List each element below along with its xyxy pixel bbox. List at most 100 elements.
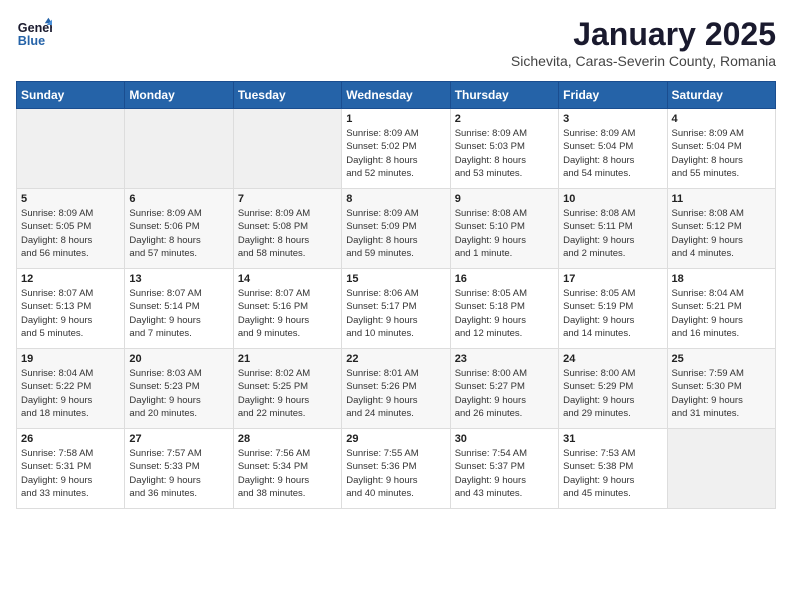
day-info: Sunrise: 8:04 AM Sunset: 5:22 PM Dayligh… xyxy=(21,367,120,420)
day-info: Sunrise: 8:09 AM Sunset: 5:06 PM Dayligh… xyxy=(129,207,228,260)
calendar-cell: 11 Sunrise: 8:08 AM Sunset: 5:12 PM Dayli… xyxy=(667,189,775,269)
day-number: 6 xyxy=(129,193,228,205)
calendar-title: January 2025 xyxy=(511,16,776,53)
day-info: Sunrise: 8:07 AM Sunset: 5:14 PM Dayligh… xyxy=(129,287,228,340)
page-header: General Blue January 2025 Sichevita, Car… xyxy=(16,16,776,69)
day-info: Sunrise: 8:03 AM Sunset: 5:23 PM Dayligh… xyxy=(129,367,228,420)
calendar-cell: 27Sunrise: 7:57 AM Sunset: 5:33 PM Dayli… xyxy=(125,429,233,509)
calendar-cell xyxy=(233,109,341,189)
day-number: 8 xyxy=(346,193,445,205)
weekday-header-thursday: Thursday xyxy=(450,82,558,109)
calendar-cell: 12 Sunrise: 8:07 AM Sunset: 5:13 PM Dayli… xyxy=(17,269,125,349)
calendar-cell: 20 Sunrise: 8:03 AM Sunset: 5:23 PM Dayli… xyxy=(125,349,233,429)
day-number: 23 xyxy=(455,353,554,365)
day-number: 24 xyxy=(563,353,662,365)
day-number: 31 xyxy=(563,433,662,445)
day-info: Sunrise: 8:00 AM Sunset: 5:29 PM Dayligh… xyxy=(563,367,662,420)
day-number: 13 xyxy=(129,273,228,285)
day-number: 4 xyxy=(672,113,771,125)
calendar-cell: 2 Sunrise: 8:09 AM Sunset: 5:03 PM Daylig… xyxy=(450,109,558,189)
calendar-cell: 13 Sunrise: 8:07 AM Sunset: 5:14 PM Dayli… xyxy=(125,269,233,349)
calendar-week-row: 12 Sunrise: 8:07 AM Sunset: 5:13 PM Dayli… xyxy=(17,269,776,349)
day-info: Sunrise: 7:56 AM Sunset: 5:34 PM Dayligh… xyxy=(238,447,337,500)
day-info: Sunrise: 8:04 AM Sunset: 5:21 PM Dayligh… xyxy=(672,287,771,340)
day-number: 7 xyxy=(238,193,337,205)
logo-icon: General Blue xyxy=(16,16,52,52)
day-info: Sunrise: 8:08 AM Sunset: 5:10 PM Dayligh… xyxy=(455,207,554,260)
day-number: 1 xyxy=(346,113,445,125)
day-info: Sunrise: 8:09 AM Sunset: 5:05 PM Dayligh… xyxy=(21,207,120,260)
day-number: 29 xyxy=(346,433,445,445)
day-number: 17 xyxy=(563,273,662,285)
day-info: Sunrise: 8:05 AM Sunset: 5:18 PM Dayligh… xyxy=(455,287,554,340)
day-number: 12 xyxy=(21,273,120,285)
calendar-cell: 6 Sunrise: 8:09 AM Sunset: 5:06 PM Daylig… xyxy=(125,189,233,269)
calendar-cell: 25Sunrise: 7:59 AM Sunset: 5:30 PM Dayli… xyxy=(667,349,775,429)
calendar-cell: 7 Sunrise: 8:09 AM Sunset: 5:08 PM Daylig… xyxy=(233,189,341,269)
day-info: Sunrise: 7:57 AM Sunset: 5:33 PM Dayligh… xyxy=(129,447,228,500)
calendar-cell: 15Sunrise: 8:06 AM Sunset: 5:17 PM Dayli… xyxy=(342,269,450,349)
day-info: Sunrise: 8:00 AM Sunset: 5:27 PM Dayligh… xyxy=(455,367,554,420)
day-number: 10 xyxy=(563,193,662,205)
day-number: 25 xyxy=(672,353,771,365)
calendar-cell: 5 Sunrise: 8:09 AM Sunset: 5:05 PM Daylig… xyxy=(17,189,125,269)
calendar-cell: 16Sunrise: 8:05 AM Sunset: 5:18 PM Dayli… xyxy=(450,269,558,349)
day-info: Sunrise: 8:08 AM Sunset: 5:11 PM Dayligh… xyxy=(563,207,662,260)
day-info: Sunrise: 7:55 AM Sunset: 5:36 PM Dayligh… xyxy=(346,447,445,500)
day-info: Sunrise: 8:02 AM Sunset: 5:25 PM Dayligh… xyxy=(238,367,337,420)
day-number: 26 xyxy=(21,433,120,445)
calendar-cell: 28 Sunrise: 7:56 AM Sunset: 5:34 PM Dayli… xyxy=(233,429,341,509)
weekday-header-friday: Friday xyxy=(559,82,667,109)
calendar-cell: 4 Sunrise: 8:09 AM Sunset: 5:04 PM Daylig… xyxy=(667,109,775,189)
calendar-cell: 8 Sunrise: 8:09 AM Sunset: 5:09 PM Daylig… xyxy=(342,189,450,269)
calendar-cell: 17 Sunrise: 8:05 AM Sunset: 5:19 PM Dayli… xyxy=(559,269,667,349)
title-area: January 2025 Sichevita, Caras-Severin Co… xyxy=(511,16,776,69)
day-number: 28 xyxy=(238,433,337,445)
day-info: Sunrise: 8:09 AM Sunset: 5:04 PM Dayligh… xyxy=(672,127,771,180)
day-info: Sunrise: 7:54 AM Sunset: 5:37 PM Dayligh… xyxy=(455,447,554,500)
calendar-cell: 21Sunrise: 8:02 AM Sunset: 5:25 PM Dayli… xyxy=(233,349,341,429)
calendar-week-row: 1 Sunrise: 8:09 AM Sunset: 5:02 PM Daylig… xyxy=(17,109,776,189)
day-info: Sunrise: 8:09 AM Sunset: 5:02 PM Dayligh… xyxy=(346,127,445,180)
day-number: 2 xyxy=(455,113,554,125)
day-number: 11 xyxy=(672,193,771,205)
calendar-cell xyxy=(17,109,125,189)
calendar-cell: 29 Sunrise: 7:55 AM Sunset: 5:36 PM Dayli… xyxy=(342,429,450,509)
calendar-cell: 24 Sunrise: 8:00 AM Sunset: 5:29 PM Dayli… xyxy=(559,349,667,429)
calendar-cell: 14 Sunrise: 8:07 AM Sunset: 5:16 PM Dayli… xyxy=(233,269,341,349)
calendar-week-row: 26 Sunrise: 7:58 AM Sunset: 5:31 PM Dayli… xyxy=(17,429,776,509)
calendar-table: SundayMondayTuesdayWednesdayThursdayFrid… xyxy=(16,81,776,509)
calendar-cell xyxy=(125,109,233,189)
calendar-cell: 18Sunrise: 8:04 AM Sunset: 5:21 PM Dayli… xyxy=(667,269,775,349)
day-info: Sunrise: 8:08 AM Sunset: 5:12 PM Dayligh… xyxy=(672,207,771,260)
day-info: Sunrise: 8:07 AM Sunset: 5:13 PM Dayligh… xyxy=(21,287,120,340)
day-number: 20 xyxy=(129,353,228,365)
day-info: Sunrise: 8:09 AM Sunset: 5:03 PM Dayligh… xyxy=(455,127,554,180)
calendar-cell: 9Sunrise: 8:08 AM Sunset: 5:10 PM Daylig… xyxy=(450,189,558,269)
day-info: Sunrise: 8:09 AM Sunset: 5:04 PM Dayligh… xyxy=(563,127,662,180)
day-info: Sunrise: 8:07 AM Sunset: 5:16 PM Dayligh… xyxy=(238,287,337,340)
calendar-week-row: 5 Sunrise: 8:09 AM Sunset: 5:05 PM Daylig… xyxy=(17,189,776,269)
weekday-header-sunday: Sunday xyxy=(17,82,125,109)
day-number: 15 xyxy=(346,273,445,285)
weekday-header-wednesday: Wednesday xyxy=(342,82,450,109)
day-info: Sunrise: 8:09 AM Sunset: 5:09 PM Dayligh… xyxy=(346,207,445,260)
calendar-cell: 19Sunrise: 8:04 AM Sunset: 5:22 PM Dayli… xyxy=(17,349,125,429)
day-info: Sunrise: 8:01 AM Sunset: 5:26 PM Dayligh… xyxy=(346,367,445,420)
day-number: 14 xyxy=(238,273,337,285)
day-info: Sunrise: 7:58 AM Sunset: 5:31 PM Dayligh… xyxy=(21,447,120,500)
day-number: 5 xyxy=(21,193,120,205)
day-number: 22 xyxy=(346,353,445,365)
day-info: Sunrise: 8:05 AM Sunset: 5:19 PM Dayligh… xyxy=(563,287,662,340)
weekday-header-monday: Monday xyxy=(125,82,233,109)
calendar-cell: 31Sunrise: 7:53 AM Sunset: 5:38 PM Dayli… xyxy=(559,429,667,509)
calendar-subtitle: Sichevita, Caras-Severin County, Romania xyxy=(511,53,776,69)
weekday-header-saturday: Saturday xyxy=(667,82,775,109)
calendar-cell: 10 Sunrise: 8:08 AM Sunset: 5:11 PM Dayli… xyxy=(559,189,667,269)
day-info: Sunrise: 8:09 AM Sunset: 5:08 PM Dayligh… xyxy=(238,207,337,260)
calendar-cell: 30Sunrise: 7:54 AM Sunset: 5:37 PM Dayli… xyxy=(450,429,558,509)
svg-text:Blue: Blue xyxy=(18,34,45,48)
day-number: 3 xyxy=(563,113,662,125)
calendar-cell: 3 Sunrise: 8:09 AM Sunset: 5:04 PM Daylig… xyxy=(559,109,667,189)
calendar-cell: 1 Sunrise: 8:09 AM Sunset: 5:02 PM Daylig… xyxy=(342,109,450,189)
